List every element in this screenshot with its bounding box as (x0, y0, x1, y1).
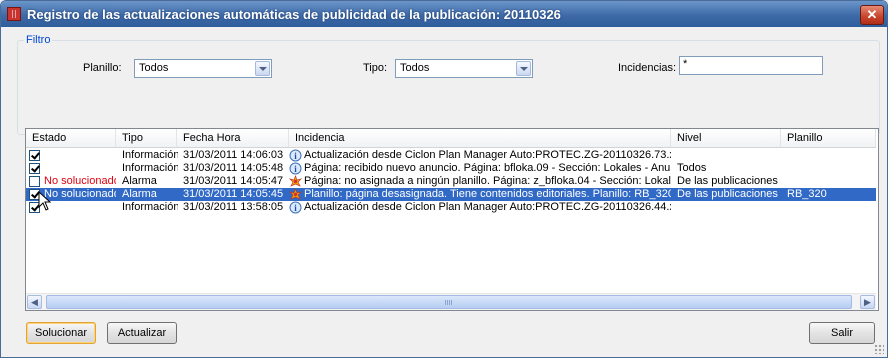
grid-table-icon (7, 7, 21, 21)
filter-group: Filtro Planillo: Todos Tipo: Todos Incid… (17, 34, 880, 135)
column-header-fecha-hora[interactable]: Fecha Hora (177, 129, 289, 147)
row-planillo (787, 162, 876, 175)
column-header-nivel[interactable]: Nivel (671, 129, 781, 147)
row-checkbox[interactable] (29, 176, 40, 187)
scroll-thumb[interactable] (46, 295, 852, 309)
info-icon: i (289, 201, 303, 214)
column-header-tipo[interactable]: Tipo (116, 129, 177, 147)
info-icon: i (289, 162, 303, 175)
salir-button[interactable]: Salir (809, 322, 875, 344)
planillo-select[interactable]: Todos (134, 59, 272, 78)
resize-grip-icon[interactable] (874, 344, 884, 354)
title-bar[interactable]: Registro de las actualizaciones automáti… (1, 1, 887, 27)
table-row[interactable]: No solucionado Alarma 31/03/2011 14:05:4… (26, 175, 876, 188)
row-fecha: 31/03/2011 14:05:48 (183, 162, 284, 174)
tipo-select-value: Todos (400, 62, 430, 74)
close-button[interactable]: ✕ (860, 5, 884, 25)
row-nivel (677, 149, 781, 162)
row-incidencia: Planillo: página desasignada. Tiene cont… (304, 188, 671, 200)
row-tipo: Alarma (122, 175, 157, 187)
row-planillo: RB_320 (787, 188, 827, 200)
scroll-right-button[interactable]: ▶ (860, 295, 875, 309)
row-nivel: De las publicaciones (677, 188, 778, 200)
scroll-left-button[interactable]: ◀ (27, 295, 42, 309)
window-title: Registro de las actualizaciones automáti… (27, 6, 561, 22)
row-estado (44, 162, 116, 175)
row-estado: No solucionado (44, 175, 116, 187)
list-header: Estado Tipo Fecha Hora Incidencia Nivel … (26, 129, 876, 148)
table-row[interactable]: Información 31/03/2011 14:05:48 i Página… (26, 162, 876, 175)
row-fecha: 31/03/2011 14:05:47 (183, 175, 284, 187)
row-nivel: Todos (677, 162, 707, 174)
incidencias-label: Incidencias: (618, 62, 677, 74)
planillo-label: Planillo: (83, 62, 122, 74)
row-fecha: 31/03/2011 14:05:45 (183, 188, 284, 200)
row-planillo (787, 149, 876, 162)
row-checkbox[interactable] (29, 150, 40, 161)
row-tipo: Información (122, 149, 178, 161)
info-icon: i (289, 149, 303, 162)
filter-legend: Filtro (24, 34, 53, 46)
row-fecha: 31/03/2011 13:58:05 (183, 201, 284, 213)
row-tipo: Información (122, 201, 178, 213)
row-incidencia: Actualización desde Ciclon Plan Manager … (304, 149, 671, 161)
row-estado: No solucionado (44, 188, 116, 200)
dialog-window: Registro de las actualizaciones automáti… (0, 0, 888, 358)
row-tipo: Alarma (122, 188, 157, 200)
row-nivel (677, 201, 781, 214)
row-planillo (787, 201, 876, 214)
row-checkbox[interactable] (29, 163, 40, 174)
row-fecha: 31/03/2011 14:06:03 (183, 149, 284, 161)
chevron-down-icon[interactable] (255, 61, 270, 76)
table-row[interactable]: No solucionado Alarma 31/03/2011 14:05:4… (26, 188, 876, 201)
alarm-icon (289, 188, 303, 201)
alarm-icon (289, 175, 303, 188)
planillo-select-value: Todos (139, 62, 169, 74)
list-viewport: Estado Tipo Fecha Hora Incidencia Nivel … (26, 129, 876, 292)
row-incidencia: Página: no asignada a ningún planillo. P… (304, 175, 671, 187)
column-header-incidencia[interactable]: Incidencia (289, 129, 671, 147)
incidencias-input[interactable]: * (679, 56, 823, 75)
column-header-estado[interactable]: Estado (26, 129, 116, 147)
table-row[interactable]: Información 31/03/2011 14:06:03 i Actual… (26, 149, 876, 162)
table-row[interactable]: Información 31/03/2011 13:58:05 i Actual… (26, 201, 876, 214)
tipo-select[interactable]: Todos (395, 59, 533, 78)
row-tipo: Información (122, 162, 178, 174)
incidents-list[interactable]: Estado Tipo Fecha Hora Incidencia Nivel … (25, 128, 879, 311)
row-estado (44, 149, 116, 162)
chevron-down-icon[interactable] (516, 61, 531, 76)
row-incidencia: Página: recibido nuevo anuncio. Página: … (304, 162, 671, 174)
mouse-cursor-icon (38, 191, 52, 211)
column-header-planillo[interactable]: Planillo (781, 129, 876, 147)
row-planillo (787, 175, 876, 188)
actualizar-button[interactable]: Actualizar (107, 322, 177, 344)
solucionar-button[interactable]: Solucionar (26, 322, 96, 344)
grip-icon (445, 300, 453, 305)
row-nivel: De las publicaciones (677, 175, 778, 187)
row-incidencia: Actualización desde Ciclon Plan Manager … (304, 201, 671, 213)
tipo-label: Tipo: (363, 62, 388, 74)
row-estado (44, 201, 116, 214)
horizontal-scrollbar[interactable]: ◀ ▶ (26, 293, 876, 310)
